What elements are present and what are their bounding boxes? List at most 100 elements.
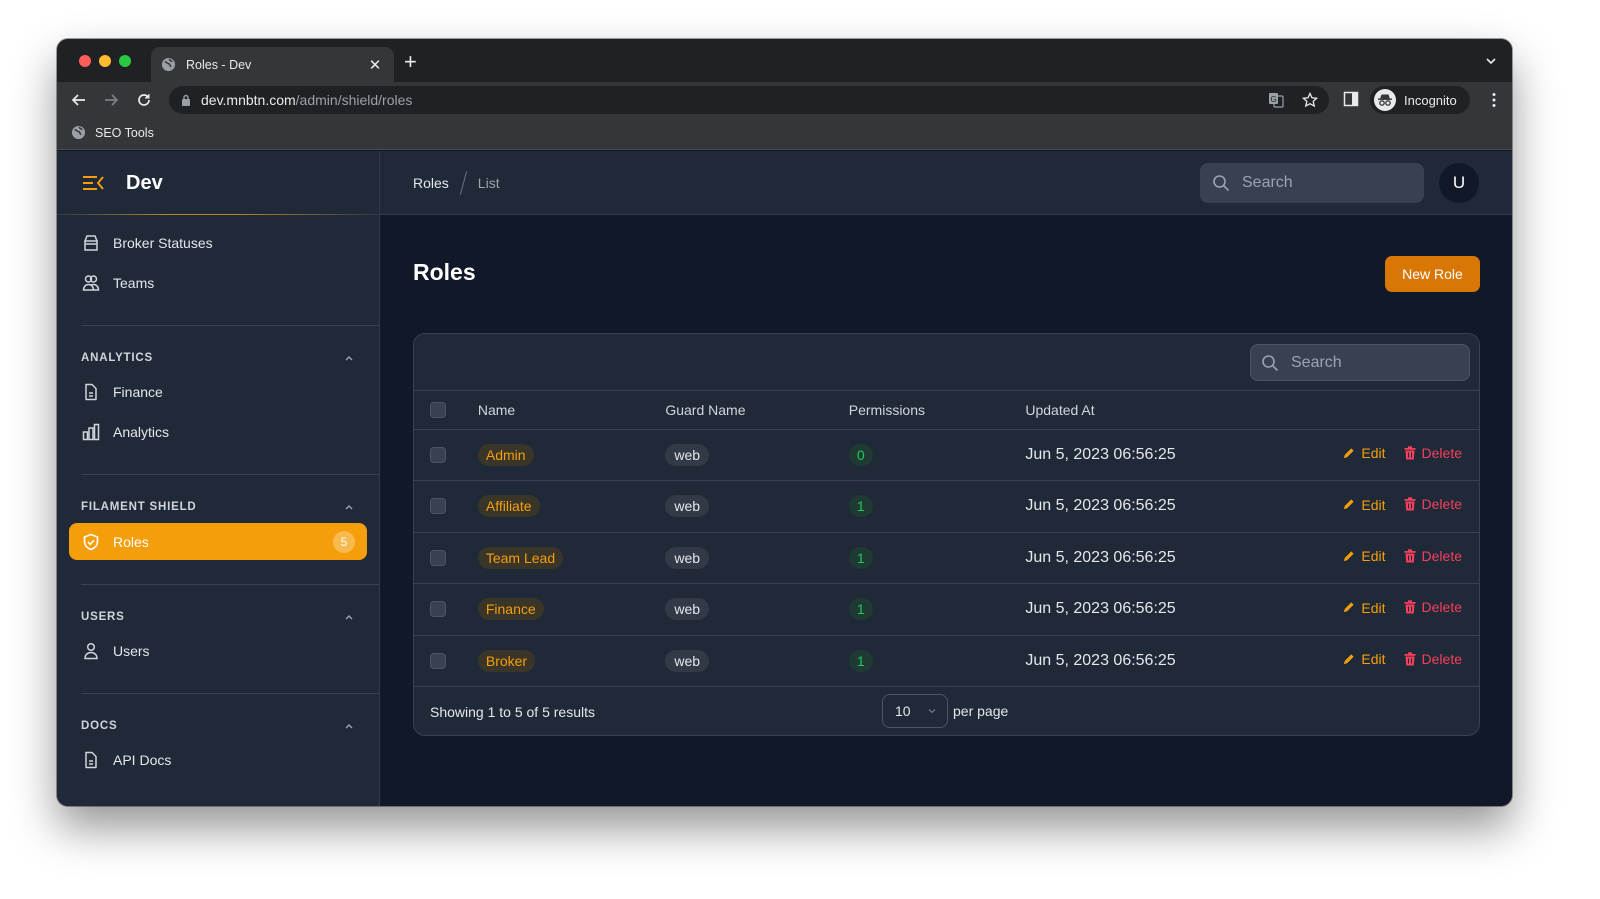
column-header-updated-at[interactable]: Updated At bbox=[1025, 391, 1325, 430]
pencil-icon bbox=[1344, 551, 1355, 561]
document-icon bbox=[81, 382, 101, 402]
edit-row-button[interactable]: Edit bbox=[1342, 599, 1386, 616]
back-button[interactable] bbox=[69, 90, 89, 110]
breadcrumb-roles[interactable]: Roles bbox=[413, 175, 449, 191]
group-label: FILAMENT SHIELD bbox=[81, 501, 197, 513]
collapse-sidebar-icon[interactable] bbox=[82, 174, 104, 192]
browser-tab[interactable]: Roles - Dev ✕ bbox=[151, 47, 394, 82]
trash-icon bbox=[1404, 600, 1416, 614]
user-avatar[interactable]: U bbox=[1439, 163, 1479, 203]
sidebar-item-broker-statuses[interactable]: Broker Statuses bbox=[69, 223, 367, 263]
delete-row-button[interactable]: Delete bbox=[1404, 496, 1462, 512]
delete-row-button[interactable]: Delete bbox=[1404, 445, 1462, 461]
delete-row-button[interactable]: Delete bbox=[1404, 548, 1462, 564]
role-name-badge: Finance bbox=[477, 598, 544, 621]
edit-row-button[interactable]: Edit bbox=[1342, 496, 1386, 513]
table-search-input[interactable] bbox=[1291, 353, 1451, 372]
bookmarks-bar: SEO Tools bbox=[57, 118, 1512, 150]
incognito-label: Incognito bbox=[1404, 92, 1457, 108]
edit-label: Edit bbox=[1361, 599, 1386, 616]
permissions-count-badge: 1 bbox=[848, 495, 873, 518]
breadcrumb-list: List bbox=[477, 174, 500, 191]
incognito-icon bbox=[1374, 89, 1396, 111]
maximize-window-button[interactable] bbox=[119, 55, 131, 67]
global-search[interactable] bbox=[1200, 163, 1424, 203]
users-group-icon bbox=[81, 273, 101, 293]
search-icon bbox=[1262, 354, 1279, 371]
table-row: Broker web 1 Jun 5, 2023 06:56:25 Edit Delete bbox=[414, 635, 1479, 687]
translate-icon[interactable]: G bbox=[1267, 91, 1285, 109]
delete-label: Delete bbox=[1421, 444, 1462, 461]
inbox-stack-icon bbox=[81, 233, 101, 253]
bookmark-label: SEO Tools bbox=[95, 125, 154, 140]
group-label: DOCS bbox=[81, 720, 118, 732]
group-analytics-toggle[interactable]: ANALYTICS bbox=[57, 348, 379, 368]
tab-search-chevron-icon[interactable] bbox=[1484, 54, 1498, 68]
updated-at-cell: Jun 5, 2023 06:56:25 bbox=[1025, 583, 1325, 636]
svg-text:G: G bbox=[1271, 95, 1277, 104]
shield-check-icon bbox=[81, 532, 101, 552]
arrow-left-icon bbox=[71, 94, 85, 106]
updated-at-cell: Jun 5, 2023 06:56:25 bbox=[1025, 635, 1325, 687]
trash-icon bbox=[1404, 652, 1416, 666]
row-checkbox[interactable] bbox=[430, 446, 446, 463]
bookmark-seo-tools[interactable]: SEO Tools bbox=[71, 125, 154, 140]
new-tab-button[interactable]: + bbox=[404, 51, 417, 73]
forward-button[interactable] bbox=[101, 90, 121, 110]
browser-menu-icon[interactable] bbox=[1492, 92, 1496, 108]
delete-row-button[interactable]: Delete bbox=[1404, 651, 1462, 667]
minimize-window-button[interactable] bbox=[99, 55, 111, 67]
table-header-row: Name Guard Name Permissions Updated At bbox=[414, 391, 1479, 430]
table-search[interactable] bbox=[1250, 344, 1470, 381]
column-header-name[interactable]: Name bbox=[477, 391, 666, 430]
select-all-checkbox[interactable] bbox=[430, 401, 446, 418]
per-page-select[interactable]: 10 bbox=[882, 694, 948, 728]
row-checkbox[interactable] bbox=[430, 498, 446, 515]
bookmark-star-icon[interactable] bbox=[1301, 91, 1319, 109]
table-row: Admin web 0 Jun 5, 2023 06:56:25 Edit Delete bbox=[414, 429, 1479, 481]
row-checkbox[interactable] bbox=[430, 549, 446, 566]
reload-icon bbox=[138, 94, 150, 106]
group-label: USERS bbox=[81, 611, 125, 623]
sidebar: Dev Broker Statuses Teams ANALYTICS Fina… bbox=[57, 151, 380, 806]
sidebar-item-api-docs[interactable]: API Docs bbox=[69, 740, 367, 780]
column-header-permissions[interactable]: Permissions bbox=[848, 391, 1026, 430]
new-role-button[interactable]: New Role bbox=[1385, 256, 1480, 292]
delete-label: Delete bbox=[1421, 496, 1462, 513]
group-filament-shield-toggle[interactable]: FILAMENT SHIELD bbox=[57, 497, 379, 517]
sidebar-item-finance[interactable]: Finance bbox=[69, 372, 367, 412]
group-users-toggle[interactable]: USERS bbox=[57, 607, 379, 627]
edit-row-button[interactable]: Edit bbox=[1342, 548, 1386, 564]
group-docs-toggle[interactable]: DOCS bbox=[57, 716, 379, 736]
sidebar-item-analytics[interactable]: Analytics bbox=[69, 412, 367, 452]
edit-label: Edit bbox=[1361, 496, 1386, 513]
close-window-button[interactable] bbox=[79, 55, 91, 67]
chevron-down-icon bbox=[928, 709, 936, 714]
incognito-profile-button[interactable]: Incognito bbox=[1370, 86, 1470, 114]
per-page-label: per page bbox=[953, 703, 1009, 719]
reload-button[interactable] bbox=[134, 90, 154, 110]
sidebar-item-teams[interactable]: Teams bbox=[69, 263, 367, 303]
sidebar-item-roles[interactable]: Roles 5 bbox=[69, 523, 367, 560]
sidebar-item-label: Finance bbox=[113, 384, 163, 400]
table-row: Affiliate web 1 Jun 5, 2023 06:56:25 Edit Del… bbox=[414, 480, 1479, 533]
edit-row-button[interactable]: Edit bbox=[1342, 445, 1386, 461]
updated-at-cell: Jun 5, 2023 06:56:25 bbox=[1025, 480, 1325, 533]
global-search-input[interactable] bbox=[1242, 174, 1402, 192]
column-header-guard-name[interactable]: Guard Name bbox=[665, 391, 849, 430]
chevron-up-icon bbox=[345, 724, 353, 729]
group-analytics-items: Finance Analytics bbox=[57, 368, 379, 452]
row-checkbox[interactable] bbox=[430, 652, 446, 669]
address-bar[interactable]: dev.mnbtn.com /admin/shield/roles G bbox=[169, 86, 1329, 114]
delete-row-button[interactable]: Delete bbox=[1404, 599, 1462, 615]
side-panel-icon[interactable] bbox=[1343, 91, 1359, 107]
edit-row-button[interactable]: Edit bbox=[1342, 651, 1386, 667]
close-tab-icon[interactable]: ✕ bbox=[366, 56, 384, 74]
trash-icon bbox=[1404, 446, 1416, 460]
role-name-badge: Broker bbox=[477, 649, 536, 672]
table-footer: Showing 1 to 5 of 5 results 10 per page bbox=[414, 687, 1479, 735]
sidebar-item-users[interactable]: Users bbox=[69, 631, 367, 671]
pagination-summary: Showing 1 to 5 of 5 results bbox=[430, 704, 595, 720]
main-content: Roles List U Roles New Role bbox=[380, 151, 1512, 806]
row-checkbox[interactable] bbox=[430, 601, 446, 618]
